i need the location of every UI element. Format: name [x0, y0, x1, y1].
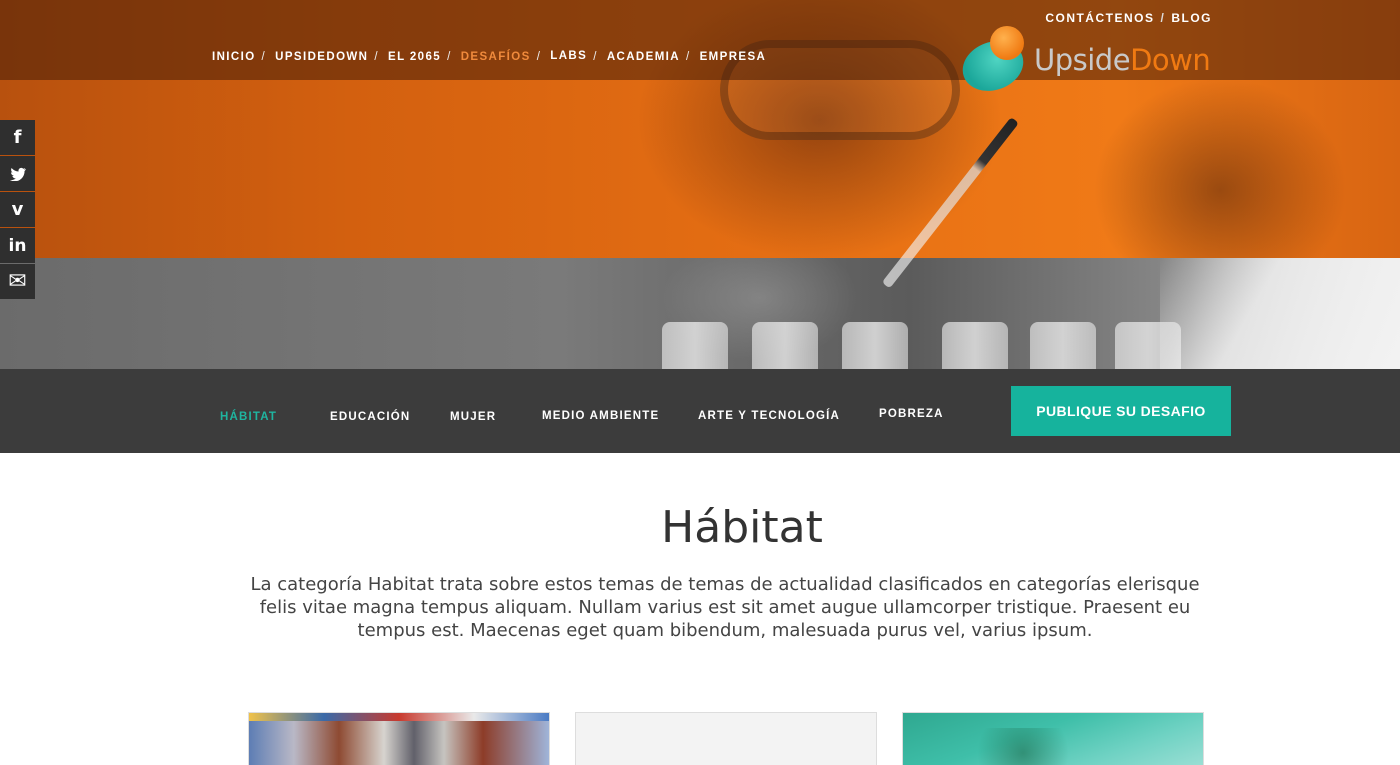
- top-navigation-bar: CONTÁCTENOS / BLOG INICIO / UPSIDEDOWN /…: [0, 0, 1400, 100]
- twitter-icon[interactable]: [0, 156, 35, 191]
- facebook-icon[interactable]: f: [0, 120, 35, 155]
- nav-separator: /: [593, 51, 598, 63]
- vimeo-icon[interactable]: v: [0, 192, 35, 227]
- nav-separator: /: [374, 51, 379, 63]
- linkedin-icon[interactable]: in: [0, 228, 35, 263]
- nav-separator: /: [447, 51, 452, 63]
- upsidedown-logo[interactable]: UpsideDown: [955, 26, 1222, 100]
- nav-separator: /: [1160, 11, 1166, 25]
- logo-orange-shape: [990, 26, 1024, 60]
- twitter-bird-glyph: [9, 167, 26, 181]
- category-tab-mujer[interactable]: MUJER: [450, 411, 496, 423]
- publish-challenge-button[interactable]: PUBLIQUE SU DESAFIO: [1011, 386, 1231, 436]
- page-title: Hábitat: [661, 502, 823, 553]
- category-bar: HÁBITAT EDUCACIÓN MUJER MEDIO AMBIENTE A…: [0, 369, 1400, 453]
- card-image-detail: [963, 728, 1083, 765]
- card-image-2[interactable]: [575, 712, 877, 765]
- utility-nav: CONTÁCTENOS / BLOG: [1045, 11, 1212, 25]
- nav-link-blog[interactable]: BLOG: [1171, 11, 1212, 25]
- logo-text-down: Down: [1130, 43, 1211, 77]
- nav-separator: /: [536, 51, 542, 63]
- test-tube: [662, 322, 728, 369]
- category-tab-arte-y-tecnologia[interactable]: ARTE Y TECNOLOGÍA: [698, 410, 840, 422]
- test-tube: [842, 322, 908, 369]
- card-image-1[interactable]: [248, 712, 550, 765]
- logo-text-upside: Upside: [1034, 43, 1131, 77]
- test-tube: [752, 322, 818, 369]
- nav-link-academia[interactable]: ACADEMIA: [607, 51, 680, 63]
- nav-link-inicio[interactable]: INICIO: [212, 51, 256, 63]
- nav-link-desafios[interactable]: DESAFÍOS: [461, 51, 531, 63]
- lab-coat-shape: [1160, 258, 1400, 369]
- nav-link-labs[interactable]: LABS: [550, 50, 587, 62]
- mail-icon[interactable]: ✉: [0, 264, 35, 299]
- nav-separator: /: [685, 51, 691, 63]
- nav-link-contactenos[interactable]: CONTÁCTENOS: [1045, 11, 1154, 25]
- category-tab-educacion[interactable]: EDUCACIÓN: [330, 411, 410, 423]
- main-nav: INICIO / UPSIDEDOWN / EL 2065 / DESAFÍOS…: [212, 50, 767, 63]
- test-tube: [942, 322, 1008, 369]
- test-tube: [1115, 322, 1181, 369]
- logo-mark-icon: [955, 26, 1031, 100]
- logo-text: UpsideDown: [1034, 43, 1211, 77]
- card-image-detail: [249, 713, 549, 721]
- category-description: La categoría Habitat trata sobre estos t…: [250, 574, 1200, 641]
- nav-separator: /: [261, 51, 267, 63]
- test-tube: [1030, 322, 1096, 369]
- nav-link-el-2065[interactable]: EL 2065: [388, 51, 441, 63]
- social-sidebar: f v in ✉: [0, 120, 35, 300]
- nav-link-empresa[interactable]: EMPRESA: [700, 51, 767, 63]
- category-tab-pobreza[interactable]: POBREZA: [879, 408, 944, 420]
- card-image-3[interactable]: [902, 712, 1204, 765]
- category-tab-habitat[interactable]: HÁBITAT: [220, 411, 277, 423]
- nav-link-upsidedown[interactable]: UPSIDEDOWN: [275, 51, 368, 63]
- category-tab-medio-ambiente[interactable]: MEDIO AMBIENTE: [542, 410, 659, 422]
